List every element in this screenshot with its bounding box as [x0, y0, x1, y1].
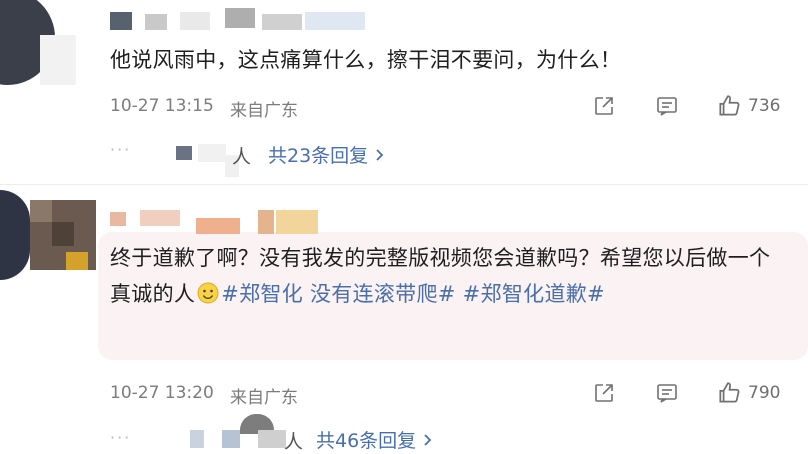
replier-mosaic	[222, 430, 240, 448]
username-mosaic	[196, 218, 240, 234]
chevron-right-icon	[424, 433, 432, 446]
like-button[interactable]: 790	[716, 380, 780, 406]
comment-source: 来自广东	[230, 101, 298, 121]
username-mosaic	[180, 12, 210, 30]
replier-mosaic	[190, 430, 204, 448]
comment-time: 10-27 13:20	[110, 383, 214, 403]
chevron-right-icon	[376, 148, 384, 161]
smile-emoji-icon	[197, 279, 219, 304]
reply-count-label: 共23条回复	[268, 145, 369, 167]
like-icon	[719, 382, 740, 403]
username-mosaic	[140, 210, 180, 226]
reply-ellipsis: ···	[110, 140, 132, 159]
replier-mosaic	[258, 430, 286, 448]
replier-mosaic	[198, 144, 226, 162]
comment-icon	[657, 384, 677, 403]
comment-button[interactable]	[655, 94, 679, 118]
comment-text: 终于道歉了啊？没有我发的完整版视频您会道歉吗？希望您以后做一个真诚的人 #郑智化…	[110, 240, 790, 312]
username-mosaic	[276, 210, 318, 234]
avatar-mosaic	[66, 252, 88, 270]
blur-block	[40, 35, 76, 85]
username-mosaic	[262, 14, 302, 30]
comment-icon	[657, 97, 677, 116]
view-replies-link[interactable]: 共46条回复	[316, 426, 434, 453]
avatar[interactable]	[0, 190, 30, 280]
comment-button[interactable]	[655, 381, 679, 405]
avatar-mosaic	[52, 222, 74, 246]
share-icon	[595, 384, 613, 402]
reply-prefix: 人	[232, 146, 252, 168]
username-mosaic	[258, 210, 274, 234]
avatar-mosaic	[30, 200, 52, 222]
like-count: 736	[748, 96, 781, 116]
share-button[interactable]	[592, 381, 616, 405]
username-mosaic	[225, 8, 255, 28]
share-icon	[595, 97, 613, 115]
username-mosaic[interactable]	[110, 212, 126, 226]
comment-source: 来自广东	[230, 388, 298, 408]
like-count: 790	[748, 383, 781, 403]
comment-text: 他说风雨中，这点痛算什么，擦干泪不要问，为什么！	[110, 48, 622, 72]
comment-time: 10-27 13:15	[110, 96, 214, 116]
username-mosaic[interactable]	[110, 12, 132, 30]
like-icon	[719, 95, 740, 116]
divider	[0, 184, 808, 185]
view-replies-link[interactable]: 共23条回复	[268, 141, 386, 168]
like-button[interactable]: 736	[716, 93, 780, 119]
reply-ellipsis: ···	[110, 428, 132, 447]
username-mosaic	[305, 12, 365, 30]
replier-mosaic	[176, 146, 192, 160]
hashtag-link[interactable]: #郑智化道歉#	[463, 282, 605, 306]
reply-prefix: 人	[284, 431, 304, 453]
username-mosaic	[145, 14, 167, 30]
reply-count-label: 共46条回复	[316, 430, 417, 452]
share-button[interactable]	[592, 94, 616, 118]
hashtag-link[interactable]: #郑智化 没有连滚带爬#	[221, 282, 455, 306]
